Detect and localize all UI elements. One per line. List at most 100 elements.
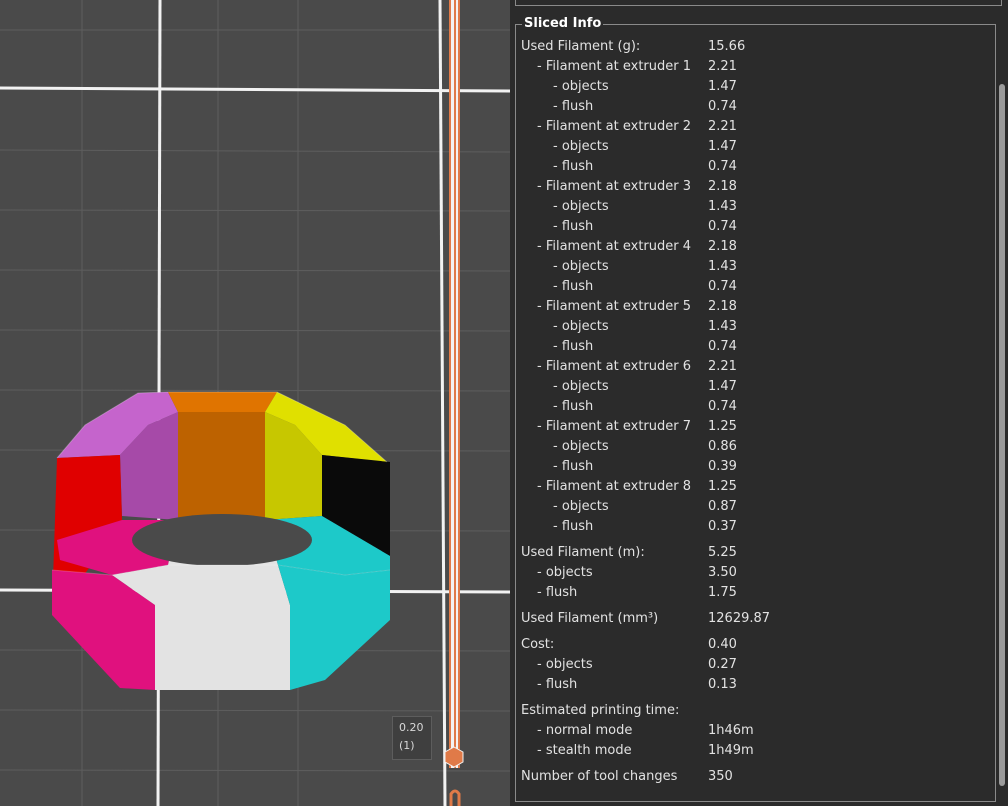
info-row-value: 1h49m [708, 743, 754, 758]
info-row-value: 0.74 [708, 99, 737, 114]
info-row-label: - objects [553, 319, 609, 334]
info-row-label: - normal mode [537, 723, 633, 738]
info-row: Number of tool changes 350 [521, 767, 981, 787]
info-row-label: Number of tool changes [521, 769, 678, 784]
info-row-value: 350 [708, 769, 733, 784]
info-row-label: - flush [553, 399, 594, 414]
info-row-value: 1h46m [708, 723, 754, 738]
info-row: Estimated printing time: [521, 701, 981, 721]
info-row-label: - flush [553, 459, 594, 474]
info-row-label: - objects [553, 439, 609, 454]
info-row: - objects 1.43 [521, 197, 981, 217]
info-row-label: - objects [553, 79, 609, 94]
info-row-label: - objects [553, 499, 609, 514]
info-row: - objects 0.87 [521, 497, 981, 517]
info-row: - Filament at extruder 1 2.21 [521, 57, 981, 77]
info-row-value: 1.43 [708, 319, 737, 334]
info-row: - Filament at extruder 8 1.25 [521, 477, 981, 497]
info-row-label: - objects [537, 657, 593, 672]
info-row: - flush 0.39 [521, 457, 981, 477]
info-row: - objects 0.27 [521, 655, 981, 675]
info-row-value: 1.47 [708, 79, 737, 94]
info-row-value: 0.13 [708, 677, 737, 692]
info-row-label: - flush [553, 99, 594, 114]
info-row: Cost: 0.40 [521, 635, 981, 655]
info-row-value: 0.74 [708, 279, 737, 294]
info-row-label: - objects [537, 565, 593, 580]
build-plate-scene [0, 0, 510, 806]
info-row-value: 2.18 [708, 299, 737, 314]
info-row-label: Cost: [521, 637, 555, 652]
info-row: - Filament at extruder 5 2.18 [521, 297, 981, 317]
info-row-label: Used Filament (m): [521, 545, 645, 560]
info-row: - Filament at extruder 4 2.18 [521, 237, 981, 257]
layer-slider-handle[interactable] [444, 746, 464, 768]
info-row: - flush 0.74 [521, 337, 981, 357]
info-row-value: 1.75 [708, 585, 737, 600]
layer-slider-fill [454, 0, 456, 768]
info-row-value: 1.43 [708, 199, 737, 214]
info-row-label: - Filament at extruder 1 [537, 59, 692, 74]
info-row: - Filament at extruder 6 2.21 [521, 357, 981, 377]
info-row: - flush 1.75 [521, 583, 981, 603]
info-row-value: 2.21 [708, 119, 737, 134]
info-row-label: - flush [553, 159, 594, 174]
info-row: - flush 0.74 [521, 217, 981, 237]
info-row-value: 1.47 [708, 379, 737, 394]
info-row-value: 0.40 [708, 637, 737, 652]
info-row-value: 0.74 [708, 219, 737, 234]
info-row: - flush 0.74 [521, 397, 981, 417]
info-row-value: 0.74 [708, 399, 737, 414]
info-row-label: - flush [553, 279, 594, 294]
info-row-label: - Filament at extruder 6 [537, 359, 692, 374]
info-row: Used Filament (mm³) 12629.87 [521, 609, 981, 629]
info-row-label: Used Filament (g): [521, 39, 641, 54]
info-row-value: 0.86 [708, 439, 737, 454]
panel-top-groupbox [515, 0, 1002, 6]
info-row: - objects 1.43 [521, 257, 981, 277]
sliced-info-panel: Sliced Info Used Filament (g): 15.66 - Fil… [510, 0, 1008, 806]
info-row-value: 1.43 [708, 259, 737, 274]
info-row: - objects 1.43 [521, 317, 981, 337]
3d-viewport[interactable] [0, 0, 510, 806]
info-row-value: 3.50 [708, 565, 737, 580]
info-row: Used Filament (g): 15.66 [521, 37, 981, 57]
info-row: - stealth mode 1h49m [521, 741, 981, 761]
info-row-value: 2.18 [708, 179, 737, 194]
info-row-label: - objects [553, 259, 609, 274]
sliced-info-title: Sliced Info [522, 15, 604, 33]
layer-index-value: (1) [399, 739, 415, 752]
info-row: - flush 0.74 [521, 97, 981, 117]
info-row: - flush 0.74 [521, 157, 981, 177]
info-row-value: 12629.87 [708, 611, 771, 626]
layer-slider-bottom-icon[interactable] [448, 788, 462, 806]
info-row-label: - Filament at extruder 3 [537, 179, 692, 194]
info-row-label: - stealth mode [537, 743, 632, 758]
info-row: - objects 1.47 [521, 377, 981, 397]
info-row-value: 0.74 [708, 339, 737, 354]
info-row-value: 0.74 [708, 159, 737, 174]
info-row-value: 2.21 [708, 59, 737, 74]
info-row: - objects 1.47 [521, 137, 981, 157]
info-row-label: - flush [553, 219, 594, 234]
info-row: - objects 0.86 [521, 437, 981, 457]
sliced-info-rows: Used Filament (g): 15.66 - Filament at ext… [521, 37, 981, 787]
info-row-value: 0.39 [708, 459, 737, 474]
info-row-value: 0.87 [708, 499, 737, 514]
info-row-label: - objects [553, 199, 609, 214]
info-row-label: - Filament at extruder 5 [537, 299, 692, 314]
info-row-value: 2.21 [708, 359, 737, 374]
info-row-label: - flush [553, 339, 594, 354]
info-row-value: 1.47 [708, 139, 737, 154]
info-row: - Filament at extruder 3 2.18 [521, 177, 981, 197]
printed-ring-model[interactable] [51, 391, 391, 690]
panel-scrollbar[interactable] [999, 84, 1005, 786]
info-row-value: 1.25 [708, 419, 737, 434]
info-row: - normal mode 1h46m [521, 721, 981, 741]
layer-value-label: 0.20 (1) [392, 716, 432, 760]
info-row-label: - flush [537, 585, 578, 600]
layer-slider-track[interactable] [449, 0, 460, 768]
info-row: - flush 0.37 [521, 517, 981, 537]
info-row: - objects 1.47 [521, 77, 981, 97]
info-row-value: 0.27 [708, 657, 737, 672]
